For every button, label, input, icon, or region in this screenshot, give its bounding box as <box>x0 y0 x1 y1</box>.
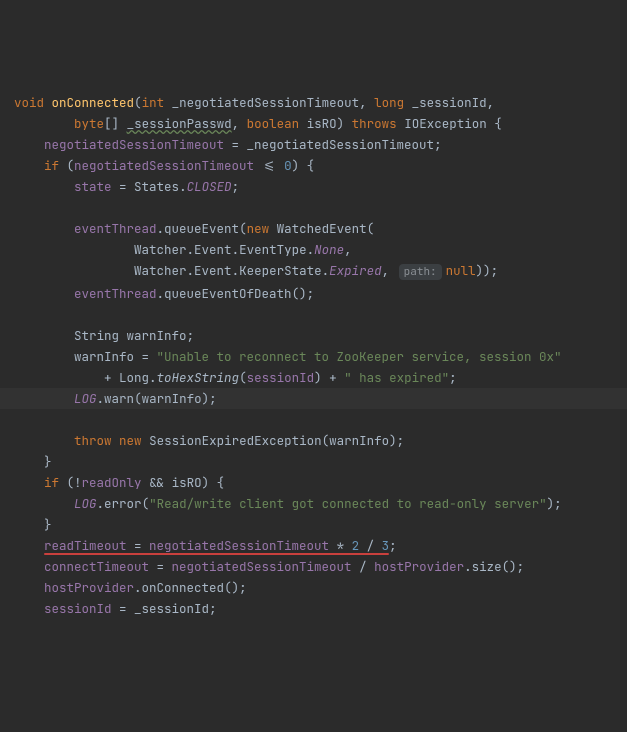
method: queueEvent <box>164 220 239 237</box>
var: _negotiatedSessionTimeout <box>247 136 435 153</box>
line: throw new SessionExpiredException(warnIn… <box>14 432 404 449</box>
param-typo: _sessionPasswd <box>127 115 232 132</box>
kw-if: if <box>44 474 59 491</box>
var: warnInfo <box>142 390 202 407</box>
line: void onConnected(int _negotiatedSessionT… <box>14 94 494 111</box>
type-long: long <box>374 94 404 111</box>
enum-const: CLOSED <box>187 178 232 195</box>
type-int: int <box>142 94 165 111</box>
line: + Long.toHexString(sessionId) + " has ex… <box>14 369 457 386</box>
param: isRO <box>307 115 337 132</box>
field: readTimeout <box>44 537 127 554</box>
line: connectTimeout = negotiatedSessionTimeou… <box>14 558 524 575</box>
number: 0 <box>284 157 292 174</box>
enum-const: Expired <box>329 262 382 279</box>
code-view[interactable]: void onConnected(int _negotiatedSessionT… <box>14 92 613 619</box>
line: hostProvider.onConnected(); <box>14 579 247 596</box>
string: " has expired" <box>344 369 449 386</box>
field: negotiatedSessionTimeout <box>149 537 329 554</box>
logger: LOG <box>74 495 97 512</box>
type-byte: byte <box>74 115 104 132</box>
var: isRO <box>172 474 202 491</box>
field: hostProvider <box>44 579 134 596</box>
class: States <box>134 178 179 195</box>
class: SessionExpiredException <box>149 432 322 449</box>
line: Watcher.Event.KeeperState.Expired, path:… <box>14 262 498 279</box>
field: eventThread <box>74 220 157 237</box>
static-method: toHexString <box>157 369 240 386</box>
type-bool: boolean <box>247 115 300 132</box>
string: "Read/write client got connected to read… <box>149 495 547 512</box>
field: eventThread <box>74 285 157 302</box>
method: queueEventOfDeath <box>164 285 292 302</box>
line: } <box>14 516 52 533</box>
var: _sessionId <box>134 600 209 617</box>
logger: LOG <box>74 390 97 407</box>
param: _sessionId <box>412 94 487 111</box>
var: warnInfo <box>74 348 134 365</box>
line: warnInfo = "Unable to reconnect to ZooKe… <box>14 348 562 365</box>
blank-line <box>14 199 22 216</box>
field: hostProvider <box>374 558 464 575</box>
var: warnInfo <box>329 432 389 449</box>
class: KeeperState <box>239 262 322 279</box>
field: connectTimeout <box>44 558 149 575</box>
method: warn <box>104 390 134 407</box>
string: "Unable to reconnect to ZooKeeper servic… <box>157 348 562 365</box>
type: String <box>74 327 119 344</box>
brackets: [] <box>104 115 119 132</box>
field: readOnly <box>82 474 142 491</box>
kw-throws: throws <box>352 115 397 132</box>
exception: IOException <box>404 115 487 132</box>
line: Watcher.Event.EventType.None, <box>14 241 352 258</box>
class: Watcher <box>134 262 187 279</box>
kw-new: new <box>247 220 270 237</box>
number: 3 <box>382 537 390 554</box>
class: Long <box>119 369 149 386</box>
method-name: onConnected <box>52 94 135 111</box>
line: state = States.CLOSED; <box>14 178 239 195</box>
param-hint: path: <box>399 264 442 280</box>
line: eventThread.queueEvent(new WatchedEvent( <box>14 220 374 237</box>
line: if (negotiatedSessionTimeout <= 0) { <box>14 157 314 174</box>
field: negotiatedSessionTimeout <box>74 157 254 174</box>
line: String warnInfo; <box>14 327 194 344</box>
number: 2 <box>352 537 360 554</box>
class: Watcher <box>134 241 187 258</box>
line: sessionId = _sessionId; <box>14 600 217 617</box>
enum-const: None <box>314 241 344 258</box>
method: onConnected <box>142 579 225 596</box>
kw-new: new <box>119 432 142 449</box>
field: sessionId <box>44 600 112 617</box>
line: readTimeout = negotiatedSessionTimeout *… <box>14 537 397 554</box>
field: sessionId <box>247 369 315 386</box>
line: if (!readOnly && isRO) { <box>14 474 224 491</box>
param: _negotiatedSessionTimeout <box>172 94 360 111</box>
line: } <box>14 453 52 470</box>
highlighted-line: LOG.warn(warnInfo); <box>0 388 627 409</box>
line: negotiatedSessionTimeout = _negotiatedSe… <box>14 136 442 153</box>
op: <= <box>262 157 277 174</box>
kw-if: if <box>44 157 59 174</box>
method: error <box>104 495 142 512</box>
class: Event <box>194 262 232 279</box>
kw-throw: throw <box>74 432 112 449</box>
field: state <box>74 178 112 195</box>
class: EventType <box>239 241 307 258</box>
blank-line <box>14 306 22 323</box>
class: WatchedEvent <box>277 220 367 237</box>
kw-null: null <box>446 262 476 279</box>
line: eventThread.queueEventOfDeath(); <box>14 285 314 302</box>
class: Event <box>194 241 232 258</box>
line: byte[] _sessionPasswd, boolean isRO) thr… <box>14 115 502 132</box>
method: size <box>472 558 502 575</box>
kw-void: void <box>14 94 44 111</box>
var: warnInfo <box>127 327 187 344</box>
field: negotiatedSessionTimeout <box>44 136 224 153</box>
line: LOG.error("Read/write client got connect… <box>14 495 562 512</box>
field: negotiatedSessionTimeout <box>172 558 352 575</box>
